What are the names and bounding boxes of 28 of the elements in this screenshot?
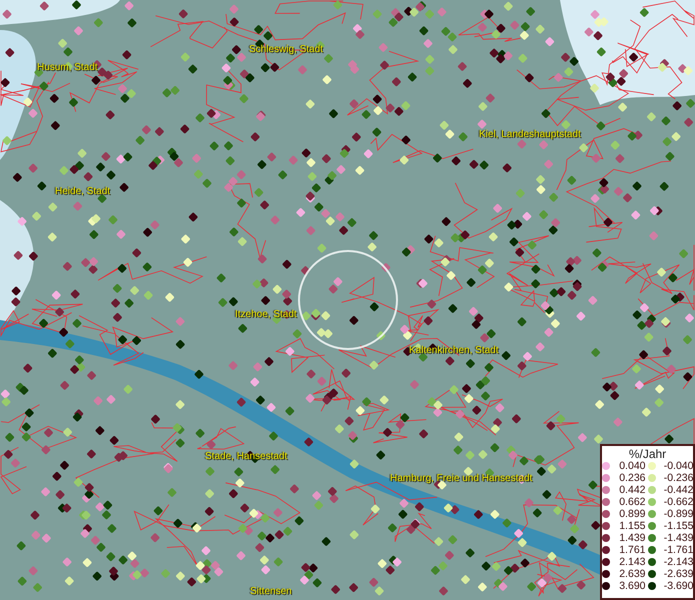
legend-label: -0.662 [662, 497, 694, 507]
legend-label: -0.442 [662, 485, 694, 495]
legend-label: 2.143 [618, 557, 646, 567]
legend-label: -1.439 [662, 533, 694, 543]
legend-title: %/Jahr [628, 447, 666, 461]
legend-label: 0.040 [618, 461, 646, 471]
legend-label: 0.236 [618, 473, 646, 483]
place-label: Kiel, Landeshauptstadt [479, 129, 581, 141]
legend-label: -2.143 [662, 557, 694, 567]
legend-label: -0.236 [662, 473, 694, 483]
legend-label: 0.899 [618, 509, 646, 519]
legend-label: 3.690 [618, 581, 646, 591]
place-label: Heide, Stadt [55, 186, 110, 198]
place-label: Sittensen [250, 586, 292, 598]
legend-label: 1.155 [618, 521, 646, 531]
legend-label: -2.639 [662, 569, 694, 579]
selection-circle[interactable] [298, 250, 398, 350]
legend-label: -1.155 [662, 521, 694, 531]
place-label: Husum, Stadt [37, 62, 98, 74]
legend-label: 1.439 [618, 533, 646, 543]
legend-label: -0.040 [662, 461, 694, 471]
legend-label: -1.761 [662, 545, 694, 555]
legend-label: 2.639 [618, 569, 646, 579]
legend-label: 0.442 [618, 485, 646, 495]
legend-label: -3.690 [662, 581, 694, 591]
legend-label: 1.761 [618, 545, 646, 555]
legend-label: -0.899 [662, 509, 694, 519]
legend-label: 0.662 [618, 497, 646, 507]
